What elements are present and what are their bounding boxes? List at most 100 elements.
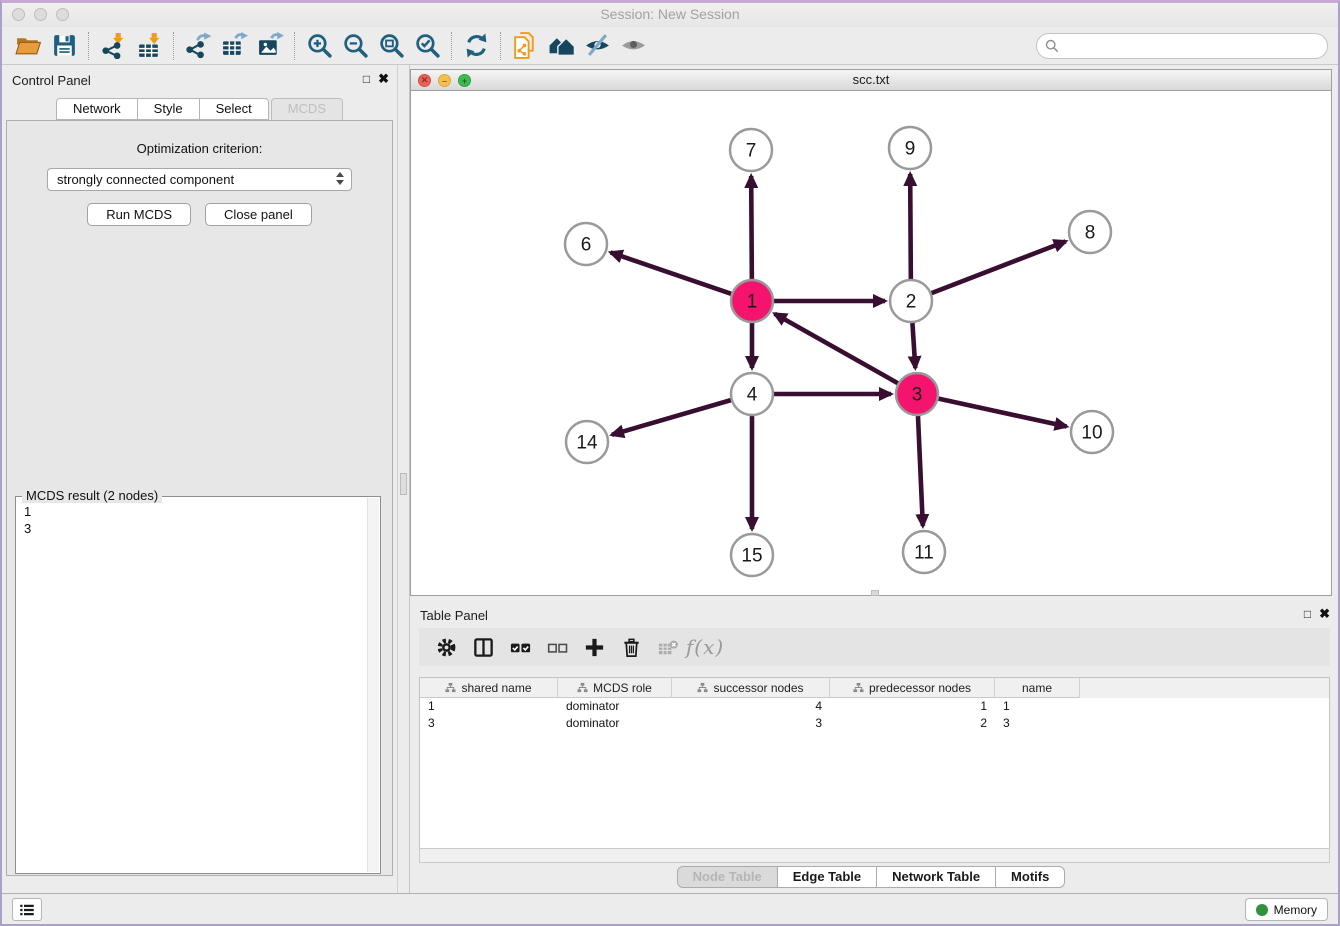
svg-text:2: 2 bbox=[906, 292, 917, 313]
graph-node-7[interactable]: 7 bbox=[730, 129, 772, 171]
import-table-button[interactable] bbox=[131, 30, 167, 62]
zoom-out-button[interactable] bbox=[337, 30, 373, 62]
graph-node-11[interactable]: 11 bbox=[903, 531, 945, 573]
select-all-button[interactable] bbox=[505, 632, 535, 662]
zoom-out-icon bbox=[342, 32, 369, 59]
table-cell[interactable]: dominator bbox=[558, 698, 672, 715]
function-builder-button: f(x) bbox=[690, 632, 720, 662]
tab-mcds[interactable]: MCDS bbox=[271, 98, 343, 120]
delete-table-button bbox=[653, 632, 683, 662]
new-network-from-selection-button[interactable] bbox=[507, 30, 543, 62]
table-cell[interactable]: dominator bbox=[558, 715, 672, 732]
delete-row-button[interactable] bbox=[616, 632, 646, 662]
deselect-all-button[interactable] bbox=[542, 632, 572, 662]
graph-edge-4-14[interactable] bbox=[612, 400, 731, 435]
graph-edge-2-8[interactable] bbox=[932, 241, 1066, 293]
zoom-in-button[interactable] bbox=[301, 30, 337, 62]
export-table-button[interactable] bbox=[216, 30, 252, 62]
import-table-icon bbox=[136, 32, 163, 59]
svg-text:3: 3 bbox=[912, 385, 923, 406]
table-body: 1dominator4113dominator323 bbox=[420, 698, 1329, 732]
zoom-fit-button[interactable] bbox=[373, 30, 409, 62]
tab-edge-table[interactable]: Edge Table bbox=[778, 866, 877, 888]
export-network-button[interactable] bbox=[180, 30, 216, 62]
graph-edge-3-11[interactable] bbox=[918, 416, 923, 526]
import-network-button[interactable] bbox=[95, 30, 131, 62]
network-resize-handle[interactable] bbox=[871, 590, 879, 596]
divider-handle[interactable] bbox=[400, 473, 407, 495]
close-panel-icon[interactable]: ✖ bbox=[378, 71, 389, 87]
graph-node-4[interactable]: 4 bbox=[731, 373, 773, 415]
column-header-label: MCDS role bbox=[593, 681, 652, 695]
settings-gear-button[interactable] bbox=[431, 632, 461, 662]
tab-node-table[interactable]: Node Table bbox=[677, 866, 778, 888]
tab-select[interactable]: Select bbox=[200, 98, 269, 120]
control-panel-tabs: NetworkStyleSelectMCDS bbox=[2, 98, 397, 120]
float-panel-icon[interactable]: □ bbox=[363, 72, 370, 86]
graph-edge-3-10[interactable] bbox=[938, 399, 1066, 427]
graph-edge-3-1[interactable] bbox=[775, 314, 898, 383]
column-header-mcds-role[interactable]: MCDS role bbox=[558, 678, 672, 698]
table-cell[interactable]: 3 bbox=[672, 715, 830, 732]
table-cell[interactable]: 2 bbox=[830, 715, 995, 732]
toolbar-separator bbox=[500, 32, 501, 60]
export-image-button[interactable] bbox=[252, 30, 288, 62]
first-neighbors-icon bbox=[548, 32, 575, 59]
graph-node-3[interactable]: 3 bbox=[896, 373, 938, 415]
graph-node-9[interactable]: 9 bbox=[889, 127, 931, 169]
graph-node-2[interactable]: 2 bbox=[890, 280, 932, 322]
graph-edge-2-9[interactable] bbox=[910, 174, 911, 279]
run-mcds-button[interactable]: Run MCDS bbox=[87, 203, 191, 226]
search-box[interactable] bbox=[1036, 33, 1328, 59]
svg-text:1: 1 bbox=[747, 292, 758, 313]
tab-style[interactable]: Style bbox=[138, 98, 200, 120]
add-row-button[interactable] bbox=[579, 632, 609, 662]
memory-button[interactable]: Memory bbox=[1245, 898, 1328, 921]
table-cell[interactable]: 1 bbox=[995, 698, 1080, 715]
float-table-panel-icon[interactable]: □ bbox=[1304, 607, 1311, 621]
column-header-shared-name[interactable]: shared name bbox=[420, 678, 558, 698]
graph-node-6[interactable]: 6 bbox=[565, 223, 607, 265]
table-cell[interactable]: 3 bbox=[420, 715, 558, 732]
result-scrollbar[interactable] bbox=[367, 498, 379, 872]
table-row[interactable]: 3dominator323 bbox=[420, 715, 1329, 732]
close-panel-button[interactable]: Close panel bbox=[205, 203, 312, 226]
close-table-panel-icon[interactable]: ✖ bbox=[1319, 606, 1330, 622]
show-all-button[interactable] bbox=[615, 30, 651, 62]
tab-network[interactable]: Network bbox=[56, 98, 138, 120]
graph-edge-2-3[interactable] bbox=[912, 323, 915, 368]
graph-node-14[interactable]: 14 bbox=[566, 421, 608, 463]
column-header-predecessor-nodes[interactable]: predecessor nodes bbox=[830, 678, 995, 698]
show-all-icon bbox=[620, 32, 647, 59]
show-columns-button[interactable] bbox=[468, 632, 498, 662]
search-input[interactable] bbox=[1059, 38, 1327, 55]
graph-node-8[interactable]: 8 bbox=[1069, 211, 1111, 253]
graph-edge-1-7[interactable] bbox=[751, 176, 752, 279]
table-cell[interactable]: 1 bbox=[420, 698, 558, 715]
refresh-view-button[interactable] bbox=[458, 30, 494, 62]
tab-network-table[interactable]: Network Table bbox=[877, 866, 996, 888]
zoom-selected-button[interactable] bbox=[409, 30, 445, 62]
automation-panel-button[interactable] bbox=[12, 898, 42, 921]
graph-edge-1-6[interactable] bbox=[611, 252, 732, 293]
hide-selected-button[interactable] bbox=[579, 30, 615, 62]
criterion-dropdown[interactable]: strongly connected component bbox=[47, 168, 352, 191]
table-row[interactable]: 1dominator411 bbox=[420, 698, 1329, 715]
column-header-name[interactable]: name bbox=[995, 678, 1080, 698]
graph-node-10[interactable]: 10 bbox=[1071, 411, 1113, 453]
network-canvas[interactable]: 7 9 6 8 1 2 4 3 14 10 15 11 bbox=[411, 91, 1331, 595]
table-cell[interactable]: 4 bbox=[672, 698, 830, 715]
memory-status-icon bbox=[1256, 904, 1268, 916]
table-cell[interactable]: 1 bbox=[830, 698, 995, 715]
tab-motifs[interactable]: Motifs bbox=[996, 866, 1065, 888]
table-cell[interactable]: 3 bbox=[995, 715, 1080, 732]
column-header-successor-nodes[interactable]: successor nodes bbox=[672, 678, 830, 698]
first-neighbors-button[interactable] bbox=[543, 30, 579, 62]
zoom-selected-icon bbox=[414, 32, 441, 59]
mcds-result-box[interactable]: MCDS result (2 nodes) 13 bbox=[15, 496, 381, 874]
graph-node-15[interactable]: 15 bbox=[731, 534, 773, 576]
save-session-button[interactable] bbox=[46, 30, 82, 62]
open-file-button[interactable] bbox=[10, 30, 46, 62]
graph-node-1[interactable]: 1 bbox=[731, 280, 773, 322]
table-hscrollbar[interactable] bbox=[419, 848, 1330, 863]
